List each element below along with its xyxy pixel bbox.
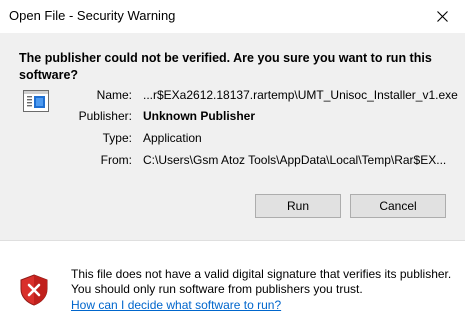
help-link[interactable]: How can I decide what software to run? bbox=[71, 298, 281, 313]
detail-value-name: ...r$EXa2612.18137.rartemp\UMT_Unisoc_In… bbox=[143, 88, 458, 102]
shield-error-icon bbox=[20, 274, 48, 306]
close-icon bbox=[436, 11, 448, 22]
detail-value-from: C:\Users\Gsm Atoz Tools\AppData\Local\Te… bbox=[143, 153, 447, 167]
window-title: Open File - Security Warning bbox=[9, 8, 176, 23]
cancel-button[interactable]: Cancel bbox=[350, 194, 446, 218]
detail-row-publisher: Publisher: Unknown Publisher bbox=[0, 107, 465, 125]
detail-value-type: Application bbox=[143, 131, 202, 145]
detail-value-publisher: Unknown Publisher bbox=[143, 109, 256, 123]
title-bar: Open File - Security Warning bbox=[0, 0, 465, 33]
detail-label: Type: bbox=[102, 131, 132, 145]
warning-footer: This file does not have a valid digital … bbox=[0, 240, 465, 323]
detail-label: From: bbox=[100, 153, 132, 167]
detail-row-from: From: C:\Users\Gsm Atoz Tools\AppData\Lo… bbox=[0, 151, 465, 169]
detail-row-name: Name: ...r$EXa2612.18137.rartemp\UMT_Uni… bbox=[0, 86, 465, 104]
dialog-heading: The publisher could not be verified. Are… bbox=[19, 51, 432, 82]
detail-label: Name: bbox=[96, 88, 132, 102]
run-button[interactable]: Run bbox=[255, 194, 341, 218]
security-warning-dialog: Open File - Security Warning The publish… bbox=[0, 0, 465, 323]
close-button[interactable] bbox=[419, 0, 465, 33]
detail-label: Publisher: bbox=[78, 109, 132, 123]
detail-row-type: Type: Application bbox=[0, 129, 465, 147]
signature-warning-text: This file does not have a valid digital … bbox=[71, 267, 452, 296]
